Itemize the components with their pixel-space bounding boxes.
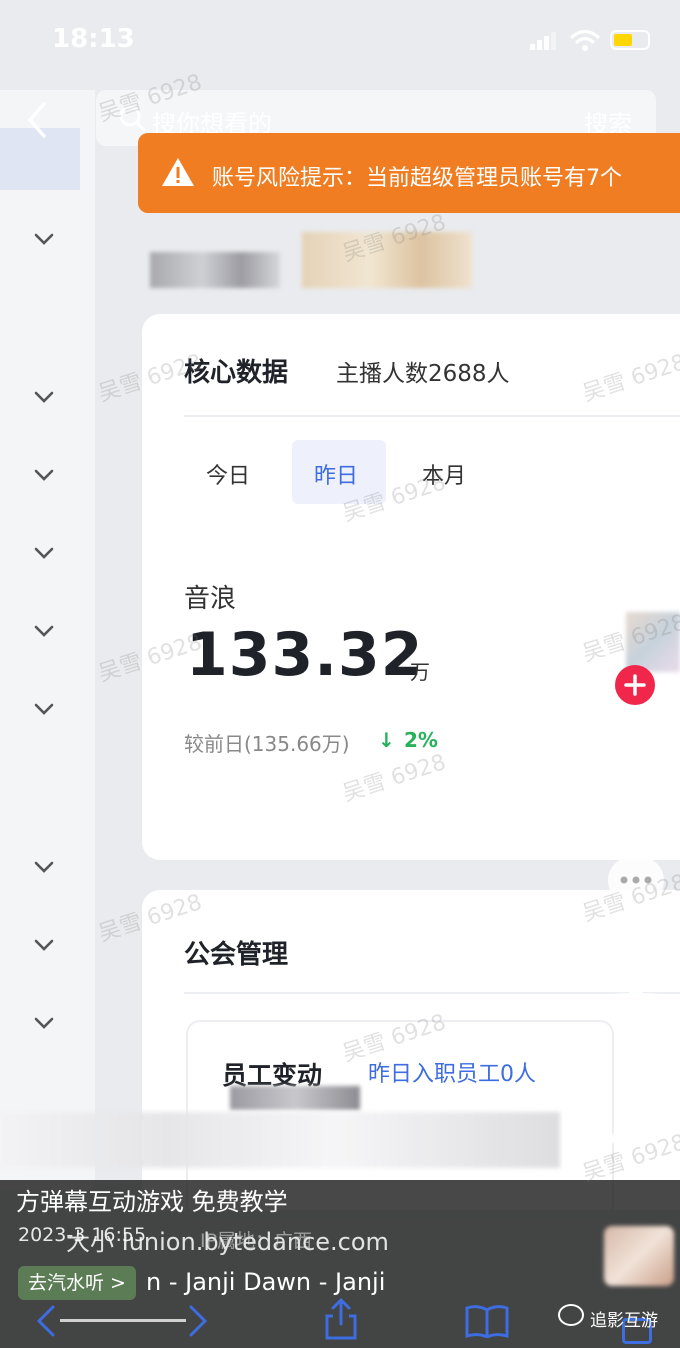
chevron-down-icon[interactable] bbox=[34, 938, 54, 952]
arrow-down-icon: ↓ bbox=[378, 728, 395, 752]
guild-title: 公会管理 bbox=[184, 940, 289, 970]
favorite-count: 1 bbox=[630, 1044, 642, 1063]
divider bbox=[184, 415, 680, 417]
chevron-down-icon[interactable] bbox=[34, 546, 54, 560]
music-app-chip[interactable]: 去汽水听 > bbox=[18, 1266, 136, 1300]
bookmarks-icon[interactable] bbox=[464, 1304, 510, 1338]
back-icon[interactable] bbox=[24, 100, 50, 140]
back-arrow-icon[interactable] bbox=[34, 1304, 58, 1338]
chevron-down-icon[interactable] bbox=[34, 390, 54, 404]
brand-watermark: 追影互游 bbox=[590, 1311, 658, 1331]
blurred-overlay-strip bbox=[230, 1086, 360, 1110]
chevron-down-icon[interactable] bbox=[34, 624, 54, 638]
chevron-down-icon[interactable] bbox=[34, 860, 54, 874]
warning-icon bbox=[162, 158, 194, 186]
risk-warning-text: 账号风险提示：当前超级管理员账号有7个 bbox=[212, 166, 622, 191]
tab-yesterday[interactable]: 昨日 bbox=[314, 458, 358, 490]
forward-arrow-icon[interactable] bbox=[186, 1304, 210, 1338]
account-avatar-blur bbox=[150, 252, 280, 288]
share-sheet-icon[interactable] bbox=[324, 1298, 358, 1340]
signal-icon bbox=[530, 32, 556, 50]
comment-count: 2 bbox=[630, 922, 642, 941]
divider bbox=[184, 992, 680, 994]
battery-icon bbox=[610, 30, 650, 50]
follow-plus-icon[interactable] bbox=[614, 664, 656, 706]
ip-location: IP属地：广西 bbox=[200, 1230, 313, 1252]
status-time: 18:13 bbox=[52, 24, 135, 54]
heart-icon[interactable] bbox=[606, 728, 666, 784]
metric-label: 音浪 bbox=[184, 584, 237, 614]
star-icon[interactable] bbox=[608, 974, 664, 1028]
chevron-down-icon[interactable] bbox=[34, 468, 54, 482]
progress-bar bbox=[60, 1319, 186, 1322]
blurred-overlay-strip bbox=[0, 1112, 560, 1168]
metric-unit: 万 bbox=[410, 660, 430, 684]
compare-text: 较前日(135.66万) bbox=[184, 732, 350, 756]
wifi-icon bbox=[570, 29, 600, 51]
wechat-icon bbox=[558, 1304, 584, 1326]
like-count: 25 bbox=[625, 800, 647, 819]
anchor-count: 主播人数2688人 bbox=[336, 361, 510, 387]
chevron-down-icon[interactable] bbox=[34, 232, 54, 246]
video-caption[interactable]: 方弹幕互动游戏 免费教学 bbox=[16, 1182, 288, 1217]
music-title[interactable]: n - Janji Dawn - Janji bbox=[146, 1268, 385, 1296]
tab-today[interactable]: 今日 bbox=[206, 458, 250, 490]
chevron-down-icon[interactable] bbox=[34, 1016, 54, 1030]
employee-change-sub[interactable]: 昨日入职员工0人 bbox=[368, 1056, 536, 1088]
chevron-down-icon[interactable] bbox=[34, 702, 54, 716]
music-disc[interactable] bbox=[604, 1226, 674, 1286]
metric-value: 133.32 bbox=[186, 620, 424, 690]
